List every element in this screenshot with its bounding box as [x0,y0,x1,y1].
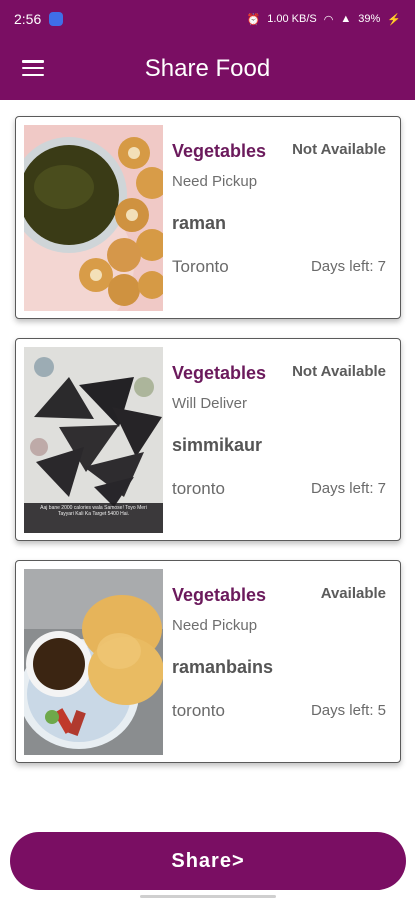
pickup-type: Need Pickup [172,173,258,190]
charging-icon: ⚡ [387,13,401,26]
wifi-icon: ◠ [323,13,334,26]
app-bar: Share Food [0,38,415,100]
status-bar: 2:56 ⏰ 1.00 KB/S ◠ ▲ 39% ⚡ [0,0,415,38]
username: raman [172,213,227,233]
notification-app-icon [49,12,64,26]
signal-icon: ▲ [340,13,352,25]
photo-caption: Aaj bane 2000 calories wala Samose! Toyo… [40,505,147,517]
availability-status: Not Available [292,363,386,380]
gesture-nav-bar[interactable] [140,895,276,898]
food-photo [24,569,163,755]
battery-level: 39% [358,13,381,25]
city: toronto [172,701,225,720]
status-icons: ⏰ 1.00 KB/S ◠ ▲ 39% ⚡ [247,13,401,26]
food-photo [24,125,163,311]
food-card[interactable]: Vegetables Available Need Pickup ramanba… [15,560,401,763]
availability-status: Available [320,585,386,602]
food-photo: Aaj bane 2000 calories wala Samose! Toyo… [24,347,163,533]
username: simmikaur [172,435,263,455]
food-card[interactable]: Vegetables Not Available Need Pickup ram… [15,116,401,319]
status-time: 2:56 [14,11,42,27]
page-title: Share Food [144,55,271,82]
pickup-type: Need Pickup [172,617,258,634]
days-left: Days left: 7 [310,480,386,497]
availability-status: Not Available [292,141,386,158]
network-speed: 1.00 KB/S [267,13,317,25]
menu-icon[interactable] [22,60,44,76]
food-category: Vegetables [172,585,267,605]
days-left: Days left: 5 [310,702,386,719]
alarm-icon: ⏰ [246,13,261,26]
city: Toronto [172,257,229,276]
pickup-type: Will Deliver [172,395,247,412]
username: ramanbains [172,657,274,677]
share-button[interactable]: Share> [10,832,406,890]
days-left: Days left: 7 [310,258,386,275]
city: toronto [172,479,225,498]
food-category: Vegetables [172,141,267,161]
food-category: Vegetables [172,363,267,383]
food-card[interactable]: Aaj bane 2000 calories wala Samose! Toyo… [15,338,401,541]
